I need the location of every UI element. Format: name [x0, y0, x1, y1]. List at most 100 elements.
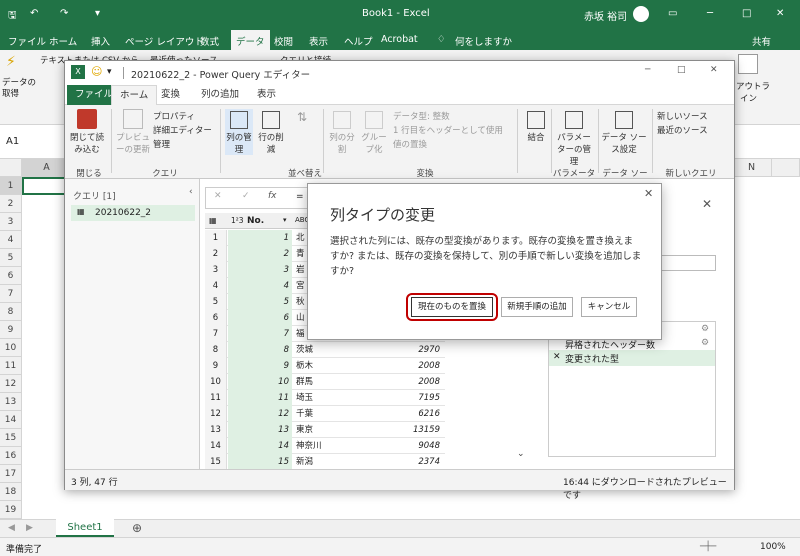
menu-formulas[interactable]: 数式: [200, 34, 219, 48]
cell-name[interactable]: 神奈川: [293, 438, 363, 454]
remove-rows-button[interactable]: 行の削減: [257, 109, 285, 155]
row-header[interactable]: 8: [0, 303, 22, 321]
row-header[interactable]: 4: [0, 231, 22, 249]
close-settings-icon[interactable]: ✕: [702, 197, 712, 211]
datasource-settings-button[interactable]: データ ソース設定: [601, 109, 647, 155]
manage-button[interactable]: 管理: [153, 138, 170, 150]
cell-no[interactable]: 7: [228, 326, 292, 342]
row-header[interactable]: 18: [0, 483, 22, 501]
column-header-no[interactable]: No.: [247, 216, 264, 226]
menu-review[interactable]: 校閲: [274, 34, 293, 48]
cell-name[interactable]: 茨城: [293, 342, 363, 358]
cell-name[interactable]: 東京: [293, 422, 363, 438]
menu-help[interactable]: ヘルプ: [344, 34, 373, 48]
pq-tab-transform[interactable]: 変換: [153, 85, 188, 105]
menu-data[interactable]: データ: [231, 30, 270, 50]
row-header[interactable]: 1: [0, 177, 22, 195]
table-menu-icon[interactable]: ▦: [209, 216, 217, 225]
row-header[interactable]: 16: [0, 447, 22, 465]
menu-acrobat[interactable]: Acrobat: [381, 34, 418, 45]
cell-val[interactable]: 13159: [363, 422, 443, 438]
cell-no[interactable]: 12: [228, 406, 292, 422]
table-row[interactable]: 11 11 埼玉 7195: [205, 390, 445, 406]
get-data-button[interactable]: データの取得: [2, 78, 38, 100]
recent-sources-pq-button[interactable]: 最近のソース: [657, 124, 708, 136]
first-row-header-button[interactable]: 1 行目をヘッダーとして使用: [393, 124, 503, 136]
row-header[interactable]: 6: [0, 267, 22, 285]
confirm-formula-icon[interactable]: ✓: [242, 191, 250, 201]
undo-icon[interactable]: ↶: [30, 8, 38, 19]
row-header[interactable]: 17: [0, 465, 22, 483]
row-header[interactable]: 3: [0, 213, 22, 231]
cell-no[interactable]: 4: [228, 278, 292, 294]
cell-name[interactable]: 栃木: [293, 358, 363, 374]
zoom-level[interactable]: 100%: [760, 542, 786, 552]
avatar[interactable]: [633, 6, 649, 22]
sort-icon[interactable]: ⇅: [297, 110, 307, 124]
formula-eq[interactable]: =: [296, 192, 304, 202]
cell-no[interactable]: 11: [228, 390, 292, 406]
cell-val[interactable]: 9048: [363, 438, 443, 454]
pq-tab-home[interactable]: ホーム: [111, 85, 158, 105]
table-row[interactable]: 9 9 栃木 2008: [205, 358, 445, 374]
pq-minimize-icon[interactable]: ─: [645, 65, 650, 75]
applied-step-selected[interactable]: ✕ 変更された型: [549, 350, 715, 366]
replace-current-button[interactable]: 現在のものを置換: [411, 297, 493, 317]
smiley-icon[interactable]: ☺: [91, 65, 102, 78]
save-icon[interactable]: 🖫: [8, 8, 17, 25]
close-icon[interactable]: ✕: [776, 8, 784, 19]
type-int-icon[interactable]: 1²3: [231, 216, 244, 225]
menu-view[interactable]: 表示: [309, 34, 328, 48]
column-header-n[interactable]: N: [732, 159, 772, 177]
filter-dropdown-icon[interactable]: ▾: [283, 216, 287, 224]
row-header[interactable]: 7: [0, 285, 22, 303]
preview-refresh-button[interactable]: プレビューの更新: [115, 109, 151, 155]
row-header[interactable]: 12: [0, 375, 22, 393]
tab-scroll-right-icon[interactable]: ▶: [26, 523, 33, 533]
fx-icon[interactable]: fx: [268, 191, 277, 201]
cell-no[interactable]: 5: [228, 294, 292, 310]
pq-tab-view[interactable]: 表示: [249, 85, 284, 105]
cell-val[interactable]: 6216: [363, 406, 443, 422]
cancel-button[interactable]: キャンセル: [581, 297, 637, 317]
new-source-button[interactable]: 新しいソース: [657, 110, 708, 122]
row-header[interactable]: 13: [0, 393, 22, 411]
sheet-tab-sheet1[interactable]: Sheet1: [56, 519, 114, 537]
select-all-corner[interactable]: [0, 159, 22, 177]
row-header[interactable]: 2: [0, 195, 22, 213]
cell-no[interactable]: 9: [228, 358, 292, 374]
quick-access-menu-icon[interactable]: ▾: [95, 8, 100, 19]
properties-button[interactable]: プロパティ: [153, 110, 195, 122]
row-header[interactable]: 9: [0, 321, 22, 339]
cell-name[interactable]: 群馬: [293, 374, 363, 390]
step-gear-icon[interactable]: ⚙: [701, 324, 709, 334]
table-row[interactable]: 12 12 千葉 6216: [205, 406, 445, 422]
dialog-close-icon[interactable]: ✕: [644, 187, 653, 200]
menu-insert[interactable]: 挿入: [91, 34, 110, 48]
row-header[interactable]: 19: [0, 501, 22, 519]
outline-label[interactable]: アウトラ: [736, 80, 770, 92]
collapse-queries-icon[interactable]: ‹: [189, 187, 193, 197]
close-load-button[interactable]: 閉じて読み込む: [69, 109, 105, 155]
row-header[interactable]: 5: [0, 249, 22, 267]
settings-expand-icon[interactable]: ⌄: [517, 449, 525, 459]
cell-no[interactable]: 6: [228, 310, 292, 326]
cell-val[interactable]: 2008: [363, 358, 443, 374]
cell-name[interactable]: 埼玉: [293, 390, 363, 406]
cell-name[interactable]: 新潟: [293, 454, 363, 470]
table-row[interactable]: 10 10 群馬 2008: [205, 374, 445, 390]
split-column-button[interactable]: 列の分割: [327, 109, 357, 155]
step-gear-icon[interactable]: ⚙: [701, 338, 709, 348]
cell-val[interactable]: 2008: [363, 374, 443, 390]
table-row[interactable]: 8 8 茨城 2970: [205, 342, 445, 358]
cell-no[interactable]: 14: [228, 438, 292, 454]
pq-quick-access-icon[interactable]: ▾: [107, 67, 112, 77]
cancel-formula-icon[interactable]: ✕: [214, 191, 222, 201]
choose-columns-button[interactable]: 列の管理: [225, 109, 253, 155]
advanced-editor-button[interactable]: 詳細エディター: [153, 124, 212, 136]
data-type-dropdown[interactable]: データ型: 整数: [393, 110, 450, 122]
cell-val[interactable]: 2970: [363, 342, 443, 358]
ribbon-display-icon[interactable]: ▭: [668, 8, 677, 19]
name-box[interactable]: A1: [6, 136, 19, 147]
column-header-o[interactable]: [772, 159, 800, 177]
